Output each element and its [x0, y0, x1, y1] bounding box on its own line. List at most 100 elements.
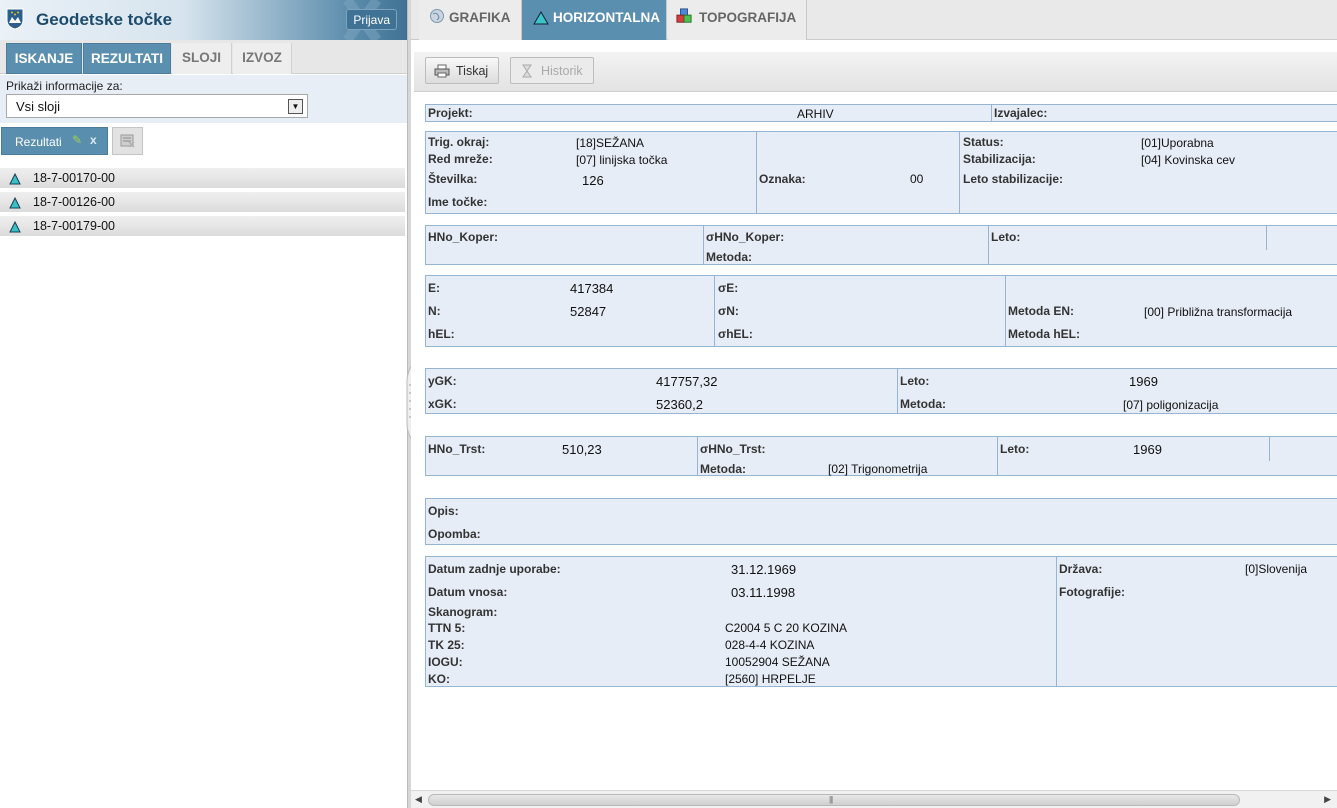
hourglass-icon [522, 64, 532, 78]
triangle-icon [9, 197, 21, 209]
sigma-hno-trst-label: σHNo_Trst: [700, 442, 766, 456]
gk-leto-value: 1969 [1129, 374, 1158, 389]
red-mreze-value: [07] linijska točka [576, 153, 668, 167]
gk-leto-label: Leto: [900, 374, 930, 388]
gk-metoda-label: Metoda: [900, 397, 946, 411]
datum-uporabe-label: Datum zadnje uporabe: [428, 562, 561, 576]
datum-vnosa-label: Datum vnosa: [428, 585, 508, 599]
ttn5-label: TTN 5: [428, 621, 466, 635]
layer-select-value: Vsi sloji [16, 99, 61, 114]
history-button[interactable]: Historik [510, 57, 594, 84]
sigma-n-label: σN: [718, 304, 739, 318]
triangle-icon [533, 11, 549, 25]
ttn5-value: C2004 5 C 20 KOZINA [725, 621, 848, 635]
results-button[interactable]: Rezultati ✎ x [1, 127, 108, 155]
tk25-value: 028-4-4 KOZINA [725, 638, 815, 652]
en-coordinates-panel: E: 417384 N: 52847 hEL: σE: σN: σhEL: Me… [425, 275, 1337, 347]
description-panel: Opis: Opomba: [425, 498, 1337, 545]
gk-coordinates-panel: yGK: 417757,32 xGK: 52360,2 Leto: 1969 M… [425, 368, 1337, 414]
oznaka-label: Oznaka: [759, 172, 806, 186]
tab-horizontalna[interactable]: HORIZONTALNA [522, 0, 667, 40]
sigma-e-label: σE: [718, 281, 739, 295]
ko-label: KO: [428, 672, 450, 686]
projekt-value: ARHIV [797, 107, 834, 121]
drzava-label: Država: [1059, 562, 1103, 576]
results-button-label: Rezultati [15, 135, 62, 149]
info-area: Prikaži informacije za: Vsi sloji ▼ [0, 75, 407, 123]
datum-uporabe-value: 31.12.1969 [731, 562, 797, 577]
slovenia-crest-icon [6, 8, 24, 30]
app-title: Geodetske točke [36, 10, 173, 29]
hno-trst-value: 510,23 [562, 442, 602, 457]
metadata-panel: Datum zadnje uporabe: 31.12.1969 Datum v… [425, 556, 1337, 687]
status-value: [01]Uporabna [1141, 136, 1214, 150]
horizontal-scrollbar[interactable]: ◀ ||| ▶ [411, 790, 1337, 808]
globe-icon [430, 9, 444, 23]
ygk-value: 417757,32 [656, 374, 718, 389]
hno-trst-panel: HNo_Trst: 510,23 σHNo_Trst: Metoda: [02]… [425, 436, 1337, 476]
ygk-label: yGK: [428, 374, 457, 388]
triangle-icon [9, 221, 21, 233]
chevron-down-icon[interactable]: ▼ [288, 99, 303, 114]
sigma-hel-label: σhEL: [718, 327, 753, 341]
hno-koper-panel: HNo_Koper: σHNo_Koper: Metoda: Leto: [425, 225, 1337, 265]
info-label: Prikaži informacije za: [6, 79, 123, 93]
clear-list-icon [120, 134, 135, 148]
hno-trst-leto-value: 1969 [1133, 442, 1162, 457]
result-label: 18-7-00179-00 [33, 219, 116, 233]
top-tab-bar: GRAFIKA HORIZONTALNA TOPOGRAFIJA [411, 0, 1337, 40]
result-row[interactable]: 18-7-00170-00 [0, 168, 405, 189]
result-label: 18-7-00126-00 [33, 195, 116, 209]
pin-icon[interactable]: ✎ [72, 133, 82, 147]
izvajalec-label: Izvajalec: [994, 106, 1048, 120]
app-header: Geodetske točke Prijava [0, 0, 407, 40]
left-tab-bar: ISKANJE REZULTATI SLOJI IZVOZ [0, 40, 407, 74]
tab-rezultati[interactable]: REZULTATI [83, 43, 171, 74]
print-button[interactable]: Tiskaj [425, 57, 499, 84]
hel-label: hEL: [428, 327, 455, 341]
scroll-left-icon[interactable]: ◀ [415, 794, 422, 805]
tab-izvoz[interactable]: IZVOZ [233, 43, 292, 74]
tab-horizontalna-label: HORIZONTALNA [553, 10, 660, 25]
tk25-label: TK 25: [428, 638, 465, 652]
tab-grafika[interactable]: GRAFIKA [419, 0, 522, 40]
tab-topografija-label: TOPOGRAFIJA [699, 10, 797, 25]
scrollbar-thumb[interactable]: ||| [428, 794, 1240, 806]
tab-sloji[interactable]: SLOJI [172, 43, 232, 74]
iogu-label: IOGU: [428, 655, 463, 669]
tab-iskanje[interactable]: ISKANJE [6, 43, 82, 74]
triangle-icon [9, 173, 21, 185]
scroll-right-icon[interactable]: ▶ [1324, 794, 1331, 805]
n-value: 52847 [570, 304, 607, 319]
login-button[interactable]: Prijava [346, 9, 397, 30]
trig-okraj-value: [18]SEŽANA [576, 136, 645, 150]
sigma-hno-koper-label: σHNo_Koper: [706, 230, 785, 244]
stevilka-label: Številka: [428, 172, 478, 186]
stabilizacija-label: Stabilizacija: [963, 152, 1036, 166]
trig-okraj-label: Trig. okraj: [428, 135, 490, 149]
toolbar: Tiskaj Historik [414, 52, 1337, 92]
stevilka-value: 126 [582, 173, 604, 188]
layer-select[interactable]: Vsi sloji ▼ [6, 94, 308, 118]
iogu-value: 10052904 SEŽANA [725, 655, 830, 669]
stabilizacija-value: [04] Kovinska cev [1141, 153, 1236, 167]
e-value: 417384 [570, 281, 614, 296]
clear-results-button[interactable] [112, 127, 143, 155]
xgk-value: 52360,2 [656, 397, 703, 412]
tab-topografija[interactable]: TOPOGRAFIJA [668, 0, 807, 40]
leto-stabilizacije-label: Leto stabilizacije: [963, 172, 1064, 186]
project-panel: Projekt: ARHIV Izvajalec: [425, 104, 1337, 122]
opis-label: Opis: [428, 504, 459, 518]
metoda-en-value: [00] Približna transformacija [1144, 305, 1293, 319]
result-row[interactable]: 18-7-00179-00 [0, 216, 405, 237]
datum-vnosa-value: 03.11.1998 [731, 585, 796, 600]
result-label: 18-7-00170-00 [33, 171, 116, 185]
close-icon[interactable]: x [90, 133, 97, 147]
left-panel: Geodetske točke Prijava ISKANJE REZULTAT… [0, 0, 407, 808]
hno-koper-leto-label: Leto: [991, 230, 1021, 244]
history-button-label: Historik [541, 64, 583, 78]
drzava-value: [0]Slovenija [1245, 562, 1308, 576]
red-mreze-label: Red mreže: [428, 152, 493, 166]
result-row[interactable]: 18-7-00126-00 [0, 192, 405, 213]
print-button-label: Tiskaj [456, 64, 489, 78]
